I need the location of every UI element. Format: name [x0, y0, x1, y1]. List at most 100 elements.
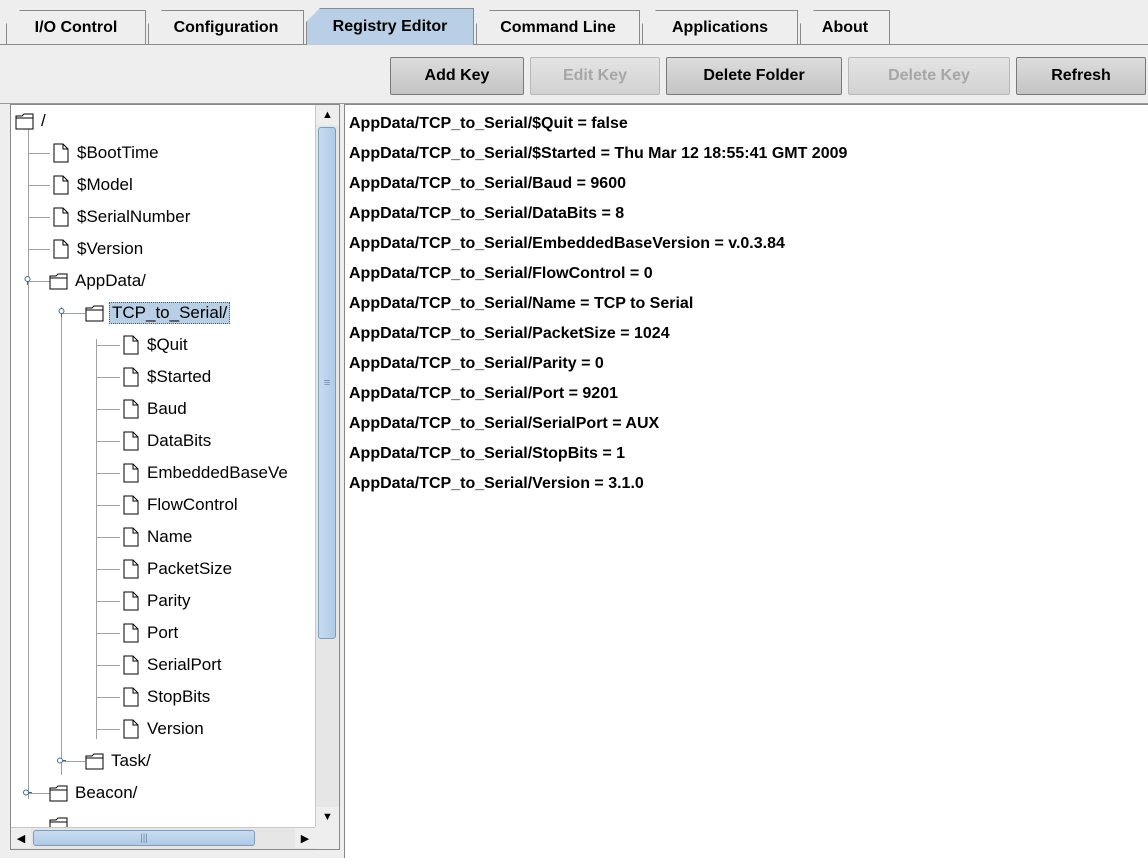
tree-connector-line — [96, 345, 120, 346]
tree-node-stopbits[interactable]: StopBits — [121, 681, 210, 713]
file-icon — [53, 239, 69, 259]
scroll-left-arrow-icon[interactable]: ◀ — [11, 828, 31, 848]
collapsed-handle-icon[interactable] — [57, 756, 66, 765]
scroll-up-arrow-icon[interactable]: ▲ — [316, 105, 339, 125]
tree-node-label: AppData/ — [75, 271, 146, 290]
tree-node-databits[interactable]: DataBits — [121, 425, 211, 457]
tree-connector-line — [96, 729, 120, 730]
file-icon — [123, 591, 139, 611]
tree-node-label: Beacon/ — [75, 783, 138, 802]
value-line[interactable]: AppData/TCP_to_Serial/Port = 9201 — [349, 385, 618, 403]
tree-connector-line — [28, 217, 50, 218]
registry-tree[interactable]: / $BootTime $Model $SerialNumber $Versio… — [11, 105, 315, 827]
tree-node-label: $SerialNumber — [77, 207, 191, 226]
file-icon — [123, 399, 139, 419]
value-line[interactable]: AppData/TCP_to_Serial/DataBits = 8 — [349, 205, 624, 223]
value-line[interactable]: AppData/TCP_to_Serial/StopBits = 1 — [349, 445, 625, 463]
expanded-handle-icon[interactable] — [23, 276, 32, 285]
folder-icon — [49, 817, 68, 827]
vertical-scroll-thumb[interactable]: ≡ — [318, 127, 336, 639]
tree-connector-line — [28, 153, 50, 154]
file-icon — [123, 559, 139, 579]
file-icon — [53, 207, 69, 227]
collapsed-handle-icon[interactable] — [23, 788, 32, 797]
tree-node-baud[interactable]: Baud — [121, 393, 187, 425]
folder-icon — [85, 753, 104, 770]
tree-connector-line — [96, 377, 120, 378]
tab-applications[interactable]: Applications — [642, 10, 798, 44]
grip-icon: ≡ — [323, 377, 331, 389]
tab-about[interactable]: About — [800, 10, 890, 44]
tree-node-port[interactable]: Port — [121, 617, 178, 649]
folder-icon — [49, 273, 68, 290]
tree-node-boottime[interactable]: $BootTime — [51, 137, 159, 169]
grip-icon: ||| — [140, 832, 148, 844]
tab-registry-editor[interactable]: Registry Editor — [306, 8, 474, 45]
value-line[interactable]: AppData/TCP_to_Serial/EmbeddedBaseVersio… — [349, 235, 785, 253]
scroll-right-arrow-icon[interactable]: ▶ — [295, 828, 315, 848]
tree-node-label: / — [41, 111, 46, 130]
tree-node-started[interactable]: $Started — [121, 361, 211, 393]
delete-folder-button[interactable]: Delete Folder — [666, 57, 842, 95]
file-icon — [123, 367, 139, 387]
file-icon — [123, 719, 139, 739]
tree-node-serialnumber[interactable]: $SerialNumber — [51, 201, 190, 233]
file-icon — [123, 495, 139, 515]
tree-connector-line — [61, 307, 62, 775]
tree-connector-line — [28, 249, 50, 250]
tree-horizontal-scrollbar[interactable]: ◀ ||| ▶ — [11, 827, 315, 849]
value-line[interactable]: AppData/TCP_to_Serial/FlowControl = 0 — [349, 265, 653, 283]
file-icon — [53, 175, 69, 195]
tree-node-version-root[interactable]: $Version — [51, 233, 143, 265]
tree-node-serialport[interactable]: SerialPort — [121, 649, 222, 681]
value-line[interactable]: AppData/TCP_to_Serial/Name = TCP to Seri… — [349, 295, 693, 313]
value-line[interactable]: AppData/TCP_to_Serial/Parity = 0 — [349, 355, 604, 373]
toolbar: Add Key Edit Key Delete Folder Delete Ke… — [0, 45, 1148, 104]
value-line[interactable]: AppData/TCP_to_Serial/Version = 3.1.0 — [349, 475, 644, 493]
file-icon — [123, 463, 139, 483]
tree-node-label: StopBits — [147, 687, 211, 706]
tree-node-flowcontrol[interactable]: FlowControl — [121, 489, 238, 521]
delete-key-button[interactable]: Delete Key — [848, 57, 1010, 95]
tree-node-label: Baud — [147, 399, 187, 418]
add-key-button[interactable]: Add Key — [390, 57, 524, 95]
tree-node-appdata[interactable]: AppData/ — [49, 265, 146, 297]
value-line[interactable]: AppData/TCP_to_Serial/PacketSize = 1024 — [349, 325, 670, 343]
tab-configuration[interactable]: Configuration — [148, 10, 304, 44]
tree-node-label: $Quit — [147, 335, 188, 354]
tree-node-partial-folder[interactable] — [49, 809, 69, 827]
tab-bar: I/O Control Configuration Registry Edito… — [0, 0, 1148, 46]
registry-values-panel[interactable]: AppData/TCP_to_Serial/$Quit = false AppD… — [344, 104, 1148, 858]
tree-node-root[interactable]: / — [15, 105, 46, 137]
tree-node-task[interactable]: Task/ — [85, 745, 151, 777]
value-line[interactable]: AppData/TCP_to_Serial/$Quit = false — [349, 115, 628, 133]
tree-vertical-scrollbar[interactable]: ▲ ≡ ▼ — [315, 105, 339, 827]
tree-node-packetsize[interactable]: PacketSize — [121, 553, 232, 585]
tree-node-embeddedbaseversion[interactable]: EmbeddedBaseVe — [121, 457, 288, 489]
folder-icon — [15, 113, 34, 130]
tree-node-name[interactable]: Name — [121, 521, 192, 553]
tree-connector-line — [96, 537, 120, 538]
horizontal-scroll-thumb[interactable]: ||| — [33, 830, 255, 846]
value-line[interactable]: AppData/TCP_to_Serial/$Started = Thu Mar… — [349, 145, 847, 163]
tab-io-control[interactable]: I/O Control — [6, 10, 146, 44]
tree-connector-line — [96, 441, 120, 442]
file-icon — [123, 527, 139, 547]
value-line[interactable]: AppData/TCP_to_Serial/SerialPort = AUX — [349, 415, 659, 433]
edit-key-button[interactable]: Edit Key — [530, 57, 660, 95]
tree-node-label: $BootTime — [77, 143, 159, 162]
tree-node-label: Parity — [147, 591, 191, 610]
folder-icon — [49, 785, 68, 802]
tree-node-quit[interactable]: $Quit — [121, 329, 188, 361]
tree-node-tcp-to-serial[interactable]: TCP_to_Serial/ — [85, 297, 231, 329]
tree-node-beacon[interactable]: Beacon/ — [49, 777, 137, 809]
tree-node-parity[interactable]: Parity — [121, 585, 190, 617]
tree-node-version[interactable]: Version — [121, 713, 204, 745]
expanded-handle-icon[interactable] — [57, 308, 66, 317]
scroll-down-arrow-icon[interactable]: ▼ — [316, 807, 339, 827]
refresh-button[interactable]: Refresh — [1016, 57, 1146, 95]
tab-command-line[interactable]: Command Line — [476, 10, 640, 44]
value-line[interactable]: AppData/TCP_to_Serial/Baud = 9600 — [349, 175, 626, 193]
tree-node-model[interactable]: $Model — [51, 169, 133, 201]
file-icon — [53, 143, 69, 163]
